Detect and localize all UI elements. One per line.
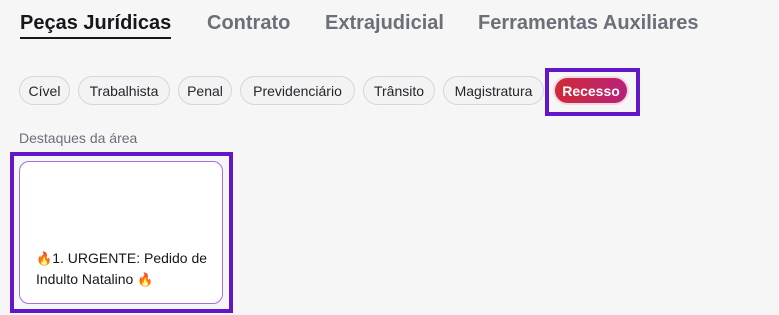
tab-ferramentas-auxiliares[interactable]: Ferramentas Auxiliares [478,10,698,36]
chip-previdenciario[interactable]: Previdenciário [240,76,355,105]
flame-icon: 🔥 [137,272,154,287]
tab-contrato[interactable]: Contrato [207,10,290,36]
chip-penal[interactable]: Penal [178,76,232,105]
flame-icon: 🔥 [36,251,53,266]
chip-trabalhista[interactable]: Trabalhista [78,76,170,105]
chip-magistratura[interactable]: Magistratura [443,76,544,105]
tab-extrajudicial[interactable]: Extrajudicial [325,10,444,36]
tab-pecas-juridicas[interactable]: Peças Jurídicas [20,10,172,39]
highlight-card[interactable]: 🔥1. URGENTE: Pedido de Indulto Natalino … [19,161,223,304]
chip-civel[interactable]: Cível [19,76,70,105]
chip-recesso[interactable]: Recesso [553,76,629,105]
card-title: 🔥1. URGENTE: Pedido de Indulto Natalino … [36,248,216,290]
chip-transito[interactable]: Trânsito [363,76,435,105]
section-label: Destaques da área [19,130,138,146]
card-title-text: 1. URGENTE: Pedido de Indulto Natalino [36,250,208,287]
